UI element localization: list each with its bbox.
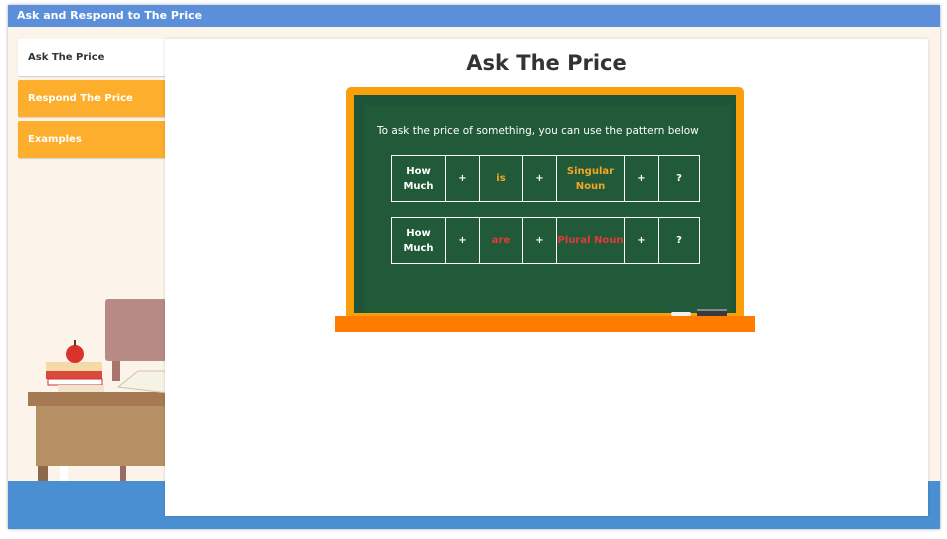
tab-respond-the-price[interactable]: Respond The Price — [18, 80, 166, 117]
page-title: Ask The Price — [466, 51, 627, 75]
content-panel: Ask The Price To ask the price of someth… — [165, 39, 928, 516]
pattern-cell-how-much: How Much — [391, 217, 446, 264]
pattern-cell-verb: are — [479, 217, 523, 264]
pattern-cell-plus: + — [445, 155, 480, 202]
pattern-cell-noun: Plural Noun — [556, 217, 625, 264]
tab-list: Ask The Price Respond The Price Examples — [18, 39, 166, 162]
chalkboard-frame: To ask the price of something, you can u… — [346, 87, 744, 321]
tab-ask-the-price[interactable]: Ask The Price — [18, 39, 166, 76]
chalkboard-tray — [335, 316, 755, 332]
window-title: Ask and Respond to The Price — [8, 5, 940, 27]
pattern-table-singular: How Much + is + Singular Noun + ? — [391, 155, 700, 202]
pattern-cell-plus: + — [522, 155, 557, 202]
pattern-cell-plus: + — [445, 217, 480, 264]
pattern-cell-question-mark: ? — [658, 155, 700, 202]
pattern-cell-verb: is — [479, 155, 523, 202]
app-window: Ask and Respond to The Price Ask The Pri… — [8, 5, 940, 529]
pattern-cell-plus: + — [624, 155, 659, 202]
pattern-intro: To ask the price of something, you can u… — [377, 125, 699, 137]
tab-examples[interactable]: Examples — [18, 121, 166, 158]
pattern-cell-plus: + — [522, 217, 557, 264]
pattern-cell-plus: + — [624, 217, 659, 264]
pattern-cell-how-much: How Much — [391, 155, 446, 202]
pattern-cell-noun: Singular Noun — [556, 155, 625, 202]
pattern-cell-question-mark: ? — [658, 217, 700, 264]
chalkboard-surface: To ask the price of something, you can u… — [364, 105, 732, 313]
chalkboard: To ask the price of something, you can u… — [354, 95, 736, 313]
pattern-table-plural: How Much + are + Plural Noun + ? — [391, 217, 700, 264]
